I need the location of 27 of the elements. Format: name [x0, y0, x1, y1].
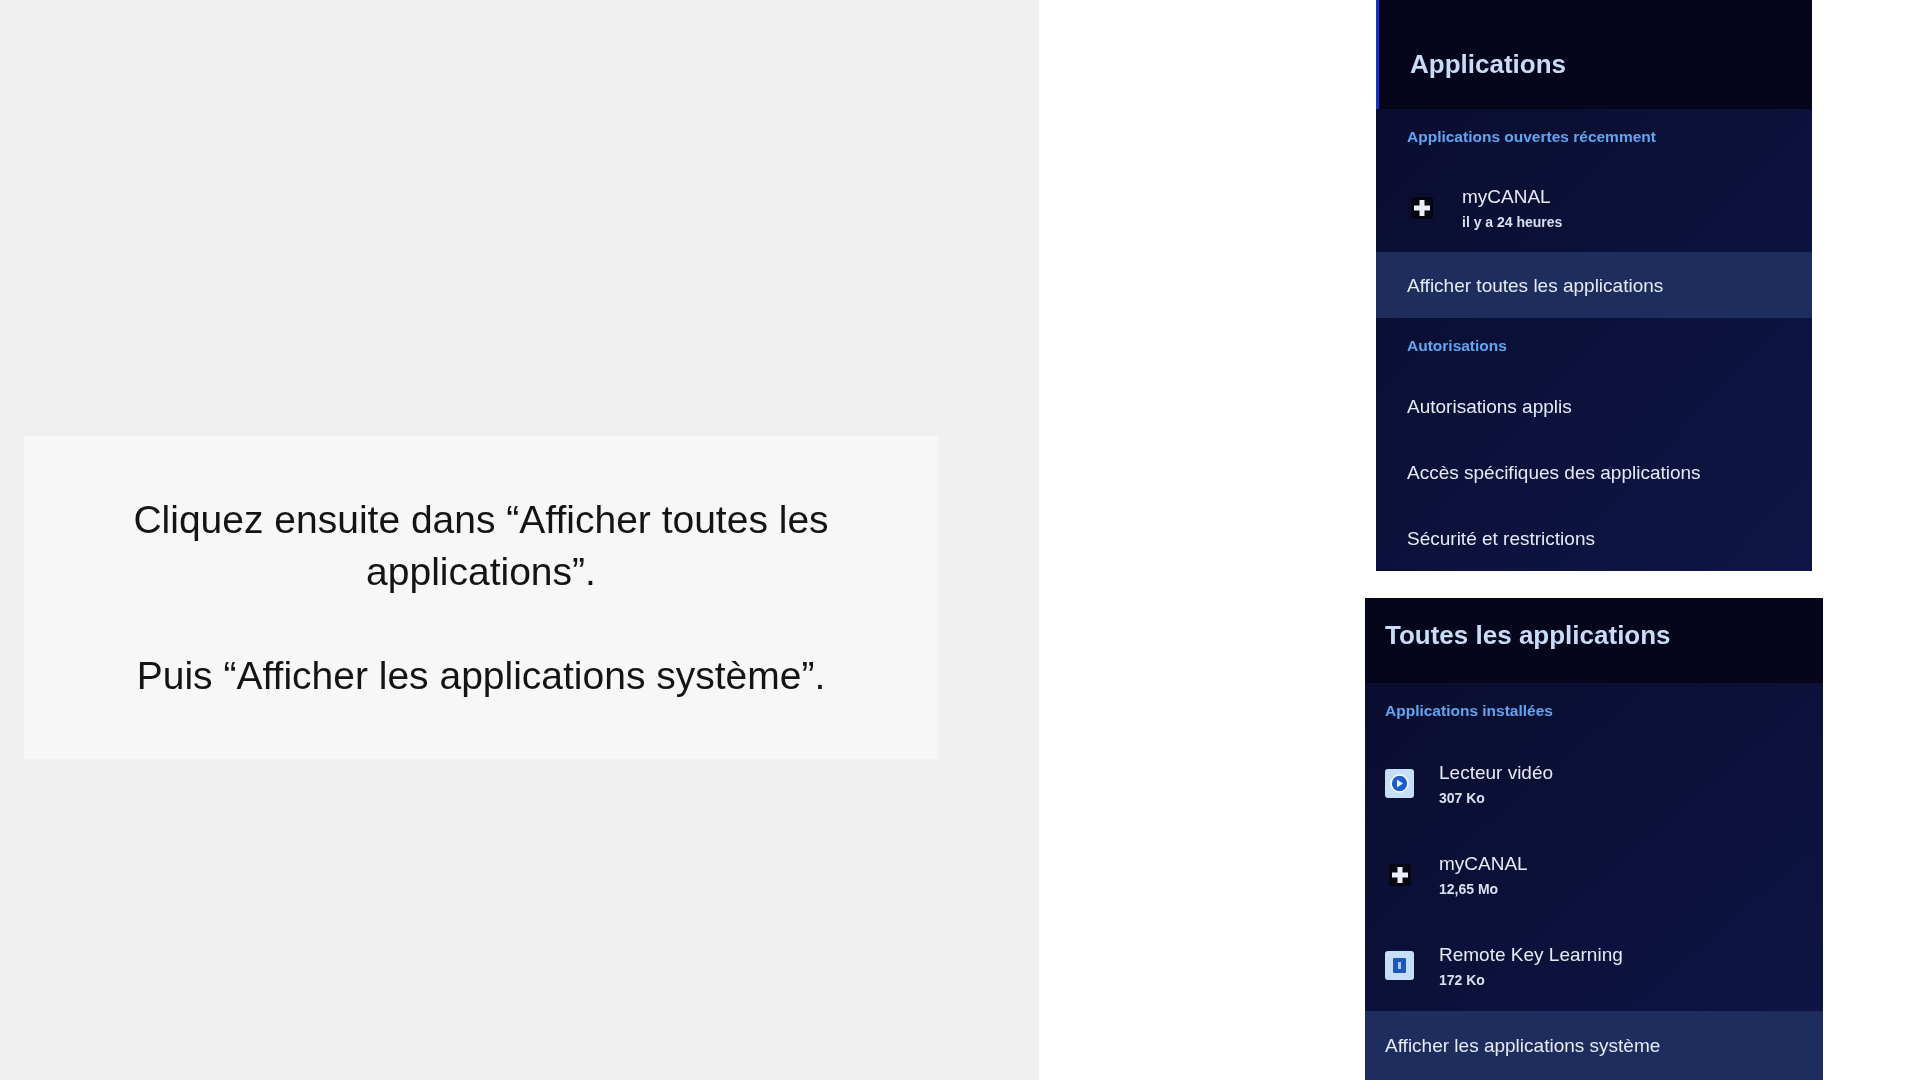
section-heading: Applications ouvertes récemment — [1407, 126, 1656, 147]
plus-icon — [1410, 197, 1433, 219]
app-detail: 307 Ko — [1439, 788, 1486, 807]
app-detail: il y a 24 heures — [1462, 213, 1563, 231]
app-name: myCANAL — [1439, 851, 1528, 875]
screen-title: Applications — [1410, 48, 1566, 80]
menu-item[interactable]: Accès spécifiques des applications — [1376, 439, 1812, 505]
screen-title: Toutes les applications — [1385, 619, 1671, 651]
menu-item[interactable]: Autorisations applis — [1376, 373, 1812, 439]
app-list-item[interactable]: myCANAL il y a 24 heures — [1376, 164, 1812, 252]
instruction-text: Puis “Afficher les applications système”. — [135, 652, 827, 699]
app-list-item[interactable]: Lecteur vidéo 307 Ko — [1365, 738, 1823, 829]
app-name: Remote Key Learning — [1439, 942, 1623, 966]
plus-icon — [1388, 863, 1411, 886]
app-detail: 172 Ko — [1439, 970, 1486, 989]
app-name: Lecteur vidéo — [1439, 760, 1554, 784]
menu-item[interactable]: Afficher toutes les applications — [1376, 252, 1812, 318]
menu-item[interactable]: Afficher les applications système — [1365, 1011, 1823, 1080]
app-list-item[interactable]: Remote Key Learning 172 Ko — [1365, 920, 1823, 1011]
section-heading: Autorisations — [1407, 335, 1507, 356]
section-heading: Applications installées — [1385, 700, 1553, 721]
app-detail: 12,65 Mo — [1439, 879, 1500, 898]
app-name: myCANAL — [1462, 185, 1552, 208]
app-tile-icon — [1385, 951, 1414, 980]
menu-item[interactable]: Sécurité et restrictions — [1376, 505, 1812, 571]
instruction-text: Cliquez ensuite dans “Afficher toutes les applications”. — [132, 496, 830, 595]
app-list-item[interactable]: myCANAL 12,65 Mo — [1365, 829, 1823, 920]
